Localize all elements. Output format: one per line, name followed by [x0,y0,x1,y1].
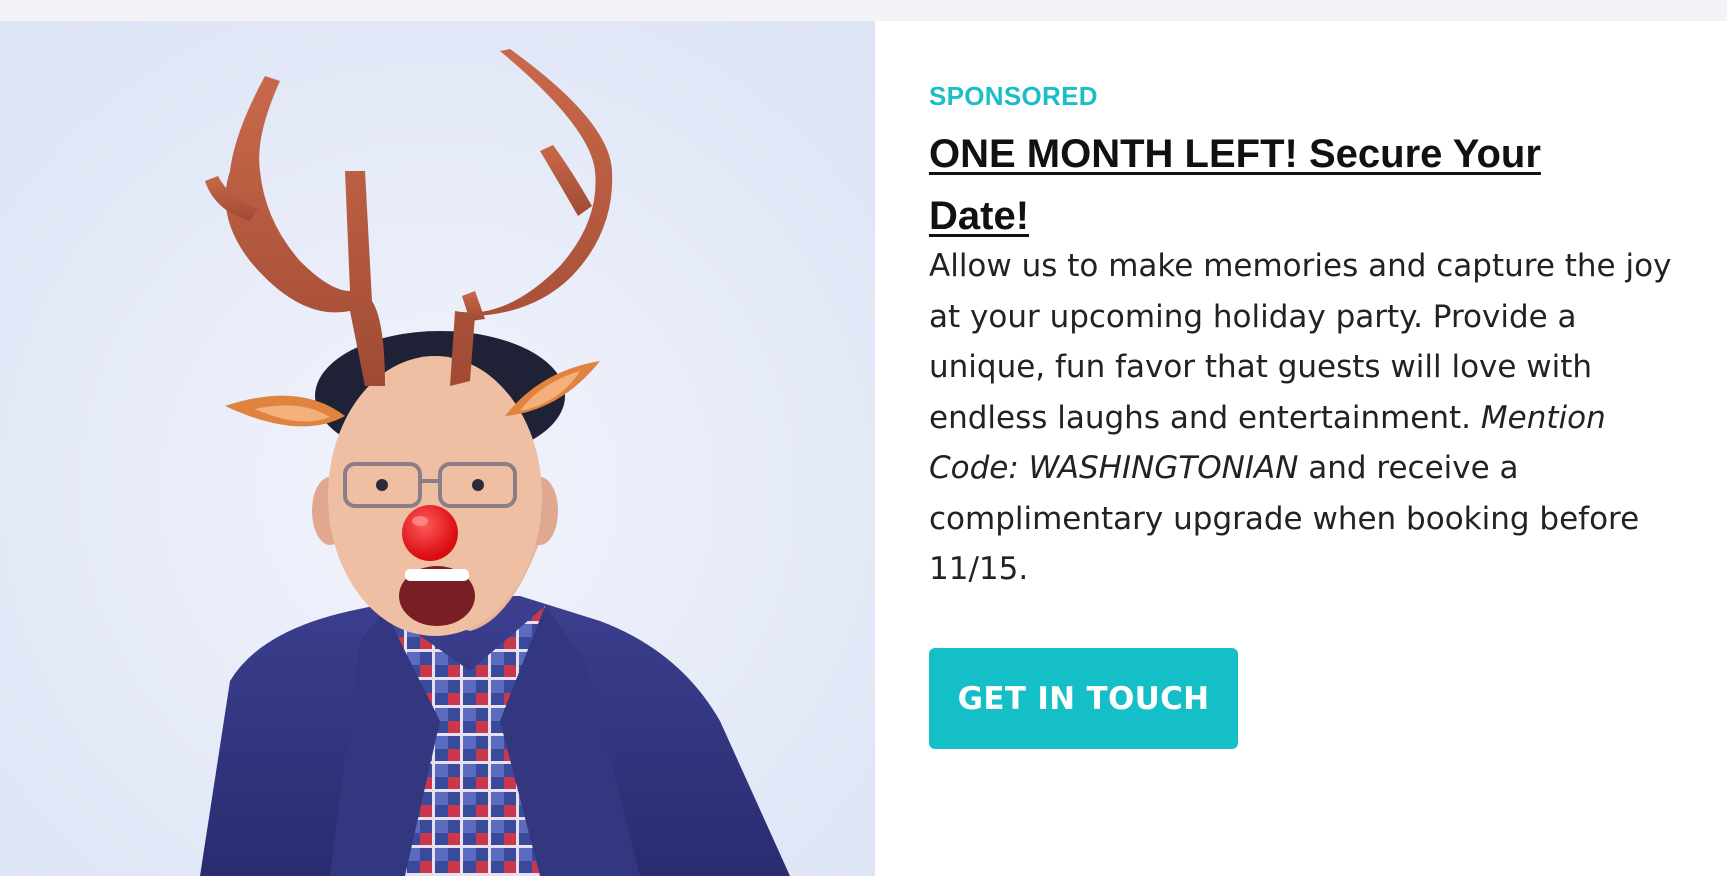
ad-photo[interactable] [0,21,875,876]
sponsored-label: SPONSORED [929,81,1098,111]
reindeer-photo-booth-image [0,21,875,876]
get-in-touch-button[interactable]: GET IN TOUCH [929,648,1238,749]
ad-headline-link[interactable]: ONE MONTH LEFT! Secure Your Date! [929,123,1629,247]
ad-description: Allow us to make memories and capture th… [929,241,1689,595]
sponsored-ad-card: SPONSORED ONE MONTH LEFT! Secure Your Da… [0,21,1727,876]
